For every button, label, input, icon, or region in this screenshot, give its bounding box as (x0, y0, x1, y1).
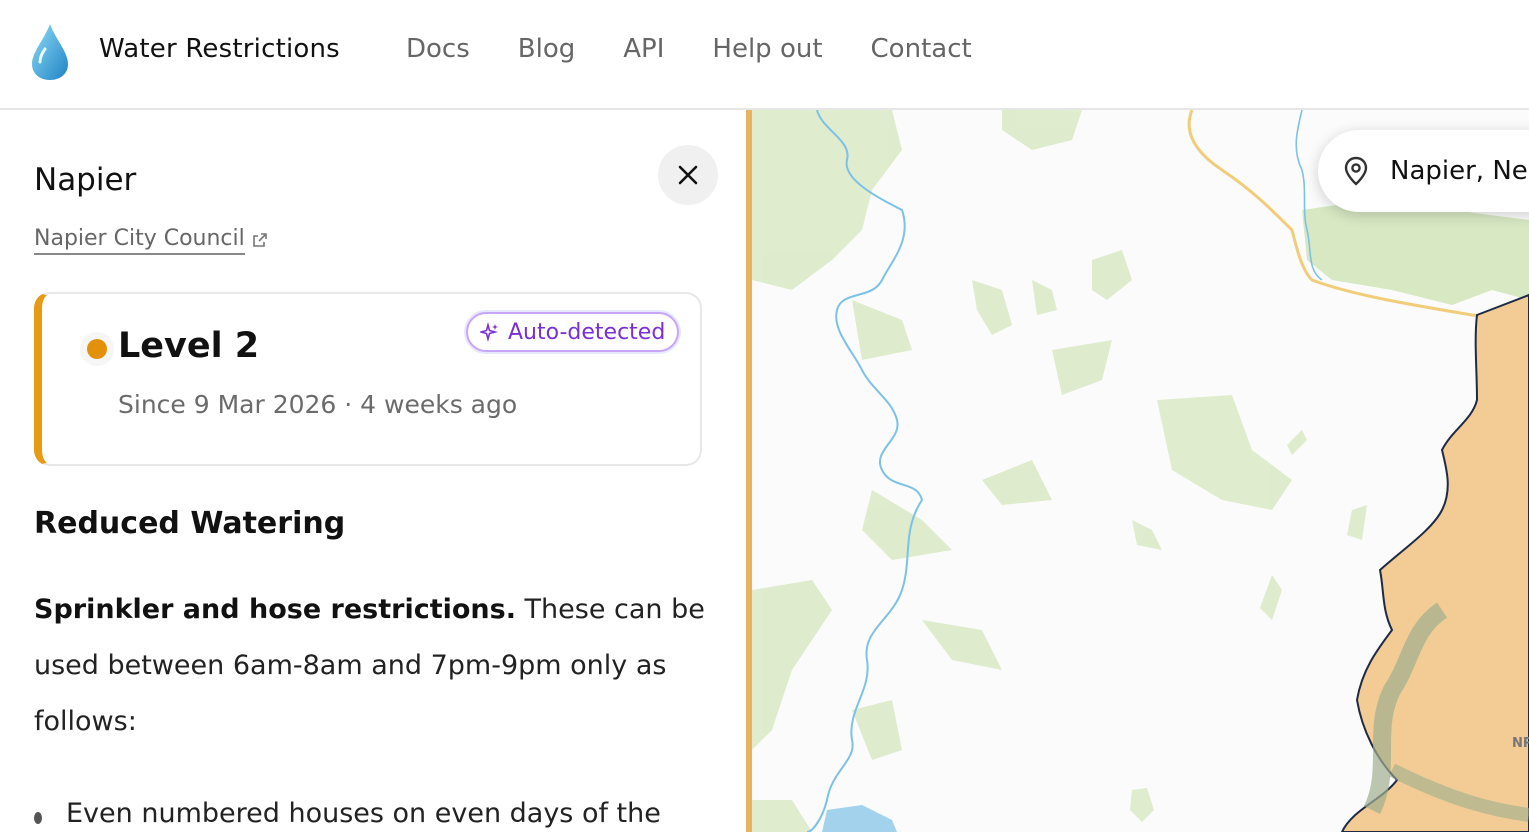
details-panel: Napier Napier City Council Level 2 Since… (0, 110, 746, 832)
restriction-heading: Reduced Watering (34, 506, 346, 541)
nav-docs[interactable]: Docs (406, 34, 470, 64)
map-marker-label: NP (1512, 736, 1529, 751)
main-nav: Docs Blog API Help out Contact (406, 34, 1020, 64)
place-title: Napier (34, 162, 137, 198)
bullet-marker (34, 812, 42, 824)
external-link-icon (253, 233, 267, 247)
level-title: Level 2 (118, 326, 260, 366)
level-status-indicator (80, 332, 114, 366)
list-item: Even numbered houses on even days of the (66, 798, 661, 829)
restriction-description: Sprinkler and hose restrictions. These c… (34, 582, 714, 750)
description-bold: Sprinkler and hose restrictions. (34, 594, 516, 625)
close-icon (678, 165, 698, 185)
map-canvas (752, 110, 1529, 832)
level-status-dot (87, 339, 107, 359)
level-since: Since 9 Mar 2026 · 4 weeks ago (118, 390, 518, 419)
sparkle-icon (480, 322, 499, 342)
location-search-value[interactable]: Napier, New (1390, 156, 1529, 186)
water-drop-icon[interactable] (28, 22, 72, 82)
nav-api[interactable]: API (623, 34, 664, 64)
map-pin-icon (1344, 156, 1368, 186)
restriction-level-card: Level 2 Since 9 Mar 2026 · 4 weeks ago A… (34, 292, 702, 466)
nav-contact[interactable]: Contact (871, 34, 972, 64)
map-view[interactable] (752, 110, 1529, 832)
nav-blog[interactable]: Blog (518, 34, 575, 64)
auto-detected-badge: Auto-detected (466, 312, 680, 352)
location-search[interactable]: Napier, New (1318, 130, 1529, 212)
nav-help-out[interactable]: Help out (712, 34, 822, 64)
council-link[interactable]: Napier City Council (34, 226, 245, 255)
auto-detected-label: Auto-detected (508, 319, 666, 345)
brand-name[interactable]: Water Restrictions (99, 34, 340, 64)
close-button[interactable] (658, 145, 718, 205)
top-navbar: Water Restrictions Docs Blog API Help ou… (0, 0, 1529, 110)
